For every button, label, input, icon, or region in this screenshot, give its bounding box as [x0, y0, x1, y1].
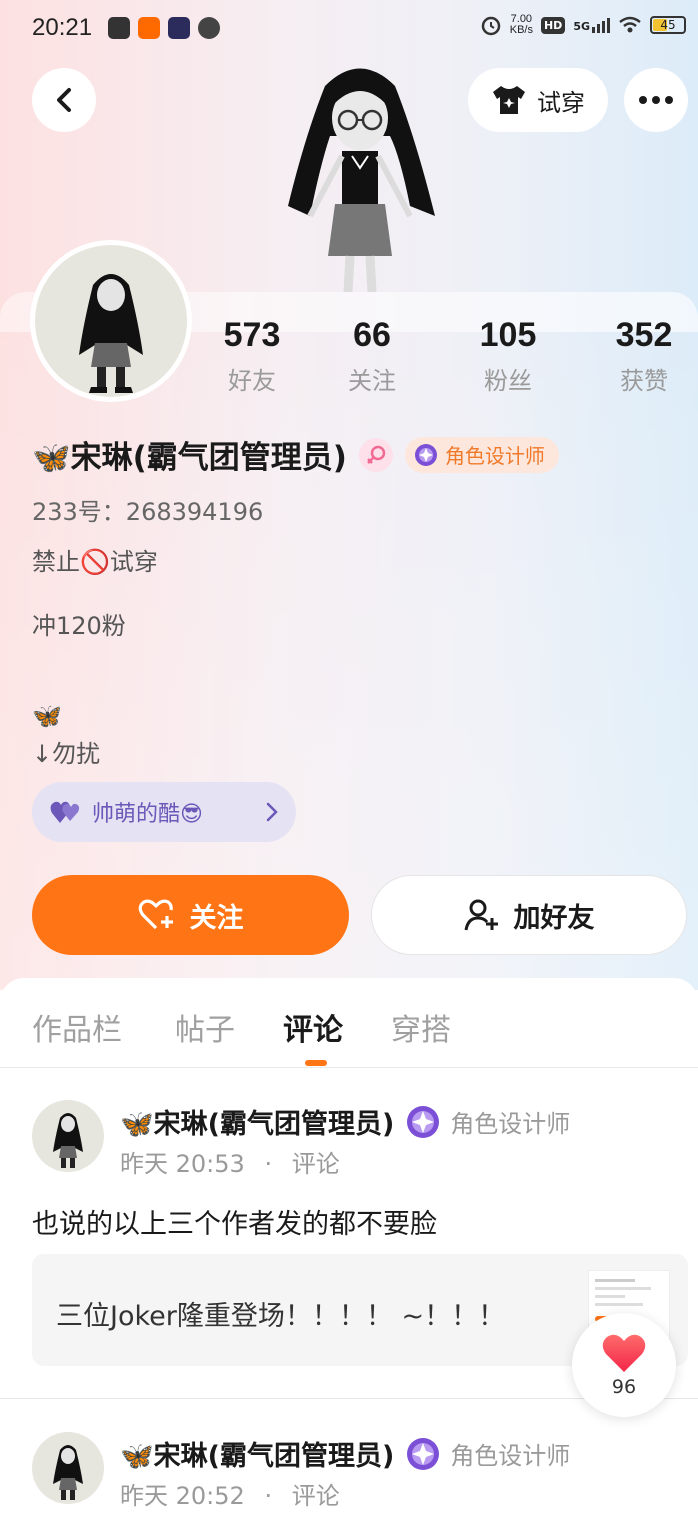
status-indicators: 7.00 KB/s HD 5G 45 — [480, 14, 686, 36]
profile-name: 🦋宋琳(霸气团管理员) — [32, 440, 347, 476]
avatar-figure-image — [53, 1445, 83, 1500]
status-bar: 20:21 7.00 KB/s HD 5G 45 — [0, 0, 698, 56]
comment-meta: 昨天 20:53 · 评论 — [120, 1150, 340, 1178]
designer-badge-icon — [407, 1105, 440, 1138]
comment-author-row: 🦋宋琳(霸气团管理员) 角色设计师 — [120, 1434, 570, 1473]
tab-outfits[interactable]: 穿搭 — [391, 1005, 451, 1049]
avatar-figure-image — [53, 1113, 83, 1168]
alarm-icon — [481, 16, 500, 36]
try-on-label: 试穿 — [537, 88, 585, 117]
status-time: 20:21 — [32, 14, 93, 41]
comment-type: 评论 — [291, 1150, 340, 1178]
quoted-post-title: 三位Joker隆重登场！！！！ ~！！！ — [56, 1301, 506, 1332]
chevron-right-icon — [266, 802, 278, 822]
profile-name-row: 🦋宋琳(霸气团管理员) 角色设计师 — [32, 432, 559, 477]
comment-author-name[interactable]: 🦋宋琳(霸气团管理员) — [120, 1434, 394, 1473]
designer-badge-icon — [407, 1437, 440, 1470]
profile-avatar[interactable] — [30, 240, 192, 402]
like-count: 96 — [611, 1376, 637, 1398]
comment-author-role: 角色设计师 — [404, 1435, 570, 1473]
heart-plus-icon — [138, 899, 173, 930]
comment-meta: 昨天 20:52 · 评论 — [120, 1482, 340, 1510]
tab-posts[interactable]: 帖子 — [175, 1005, 235, 1049]
add-friend-button[interactable]: 加好友 — [371, 875, 687, 955]
signal-5g: 5G — [573, 17, 610, 33]
wechat-icon — [198, 17, 220, 39]
avatar-figure-image — [79, 274, 143, 393]
personality-tag[interactable]: 帅萌的酷😎 — [32, 782, 296, 842]
bio-line-4: ↓勿扰 — [32, 740, 101, 768]
designer-badge-icon — [414, 443, 437, 466]
stat-friends[interactable]: 573 好友 — [210, 316, 294, 396]
stat-likes[interactable]: 352 获赞 — [600, 316, 688, 396]
comment-type: 评论 — [291, 1482, 340, 1510]
app-notification-icon — [108, 17, 130, 39]
tshirt-sparkle-icon — [493, 86, 525, 114]
comment-time: 昨天 20:52 — [120, 1482, 245, 1510]
active-tab-indicator — [305, 1060, 327, 1066]
comment-author-role: 角色设计师 — [404, 1103, 570, 1141]
comment-avatar[interactable] — [32, 1432, 104, 1504]
role-badge[interactable]: 角色设计师 — [404, 436, 559, 473]
floating-like-button[interactable]: 96 — [572, 1313, 676, 1417]
comment-avatar[interactable] — [32, 1100, 104, 1172]
comment-time: 昨天 20:53 — [120, 1150, 245, 1178]
stat-followers[interactable]: 105 粉丝 — [464, 316, 552, 396]
wifi-icon — [619, 16, 641, 33]
comment-author-name[interactable]: 🦋宋琳(霸气团管理员) — [120, 1102, 394, 1141]
tab-comments[interactable]: 评论 — [283, 1005, 343, 1049]
character-3d-figure — [288, 68, 435, 292]
chevron-left-icon — [57, 88, 71, 112]
follow-button[interactable]: 关注 — [32, 875, 349, 955]
user-id: 233号：268394196 — [32, 498, 264, 526]
double-heart-icon — [50, 801, 80, 823]
tab-works[interactable]: 作品栏 — [32, 1005, 122, 1049]
more-options-button[interactable] — [624, 68, 688, 132]
bio-line-3: 🦋 — [32, 702, 62, 730]
bio-line-2: 冲120粉 — [32, 612, 126, 640]
hd-badge: HD — [540, 16, 566, 34]
try-on-button[interactable]: 试穿 — [468, 68, 608, 132]
back-button[interactable] — [32, 68, 96, 132]
comment-text[interactable]: 也说的以上三个作者发的都不要脸 — [32, 1202, 437, 1241]
tabs-divider — [0, 1067, 698, 1068]
female-gender-icon — [358, 437, 393, 472]
more-dots-icon — [639, 96, 673, 104]
taobao-icon — [138, 17, 160, 39]
bio-line-1: 禁止🚫试穿 — [32, 548, 158, 576]
add-user-icon — [464, 899, 498, 931]
heart-icon — [602, 1334, 646, 1372]
comment-author-row: 🦋宋琳(霸气团管理员) 角色设计师 — [120, 1102, 570, 1141]
network-speed: 7.00 KB/s — [509, 13, 533, 36]
stat-following[interactable]: 66 关注 — [330, 316, 414, 396]
video-app-icon — [168, 17, 190, 39]
battery-indicator: 45 — [650, 16, 686, 34]
